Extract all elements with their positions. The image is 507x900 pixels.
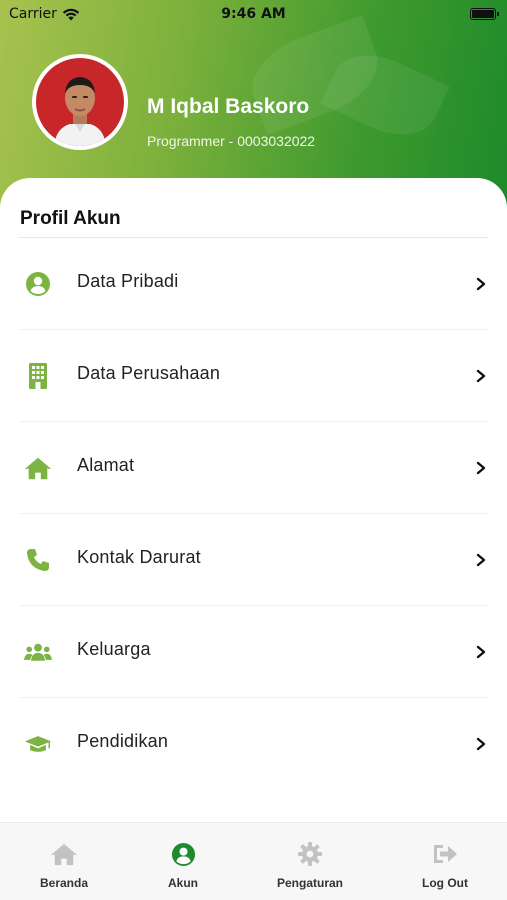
tab-pengaturan[interactable]: Pengaturan <box>250 823 370 900</box>
tab-label: Akun <box>168 876 198 890</box>
status-time: 9:46 AM <box>221 6 286 22</box>
gear-icon <box>296 841 324 867</box>
chevron-right-icon <box>476 645 486 659</box>
menu-item-data-perusahaan[interactable]: Data Perusahaan <box>0 330 507 422</box>
tab-log-out[interactable]: Log Out <box>385 823 505 900</box>
menu-item-kontak-darurat[interactable]: Kontak Darurat <box>0 514 507 606</box>
battery-icon <box>470 8 499 20</box>
tab-label: Pengaturan <box>276 876 343 890</box>
menu-item-label: Alamat <box>77 455 135 475</box>
menu-item-label: Pendidikan <box>77 731 169 751</box>
menu-item-data-pribadi[interactable]: Data Pribadi <box>0 238 507 330</box>
tab-label: Beranda <box>39 876 89 890</box>
tab-akun[interactable]: Akun <box>123 823 243 900</box>
avatar-photo <box>36 58 124 146</box>
chevron-right-icon <box>476 553 486 567</box>
user-circle-icon <box>24 270 52 298</box>
menu-item-label: Keluarga <box>77 639 151 659</box>
graduation-cap-icon <box>24 730 52 758</box>
chevron-right-icon <box>476 737 486 751</box>
menu-item-keluarga[interactable]: Keluarga <box>0 606 507 698</box>
user-circle-icon <box>169 841 197 867</box>
section-title: Profil Akun <box>20 208 121 229</box>
home-icon <box>50 841 78 867</box>
profile-subtitle: Programmer - 0003032022 <box>147 133 316 149</box>
chevron-right-icon <box>476 461 486 475</box>
bottom-tab-bar: Beranda Akun Pengaturan Log Out <box>0 822 507 900</box>
menu-item-alamat[interactable]: Alamat <box>0 422 507 514</box>
status-bar: Carrier 9:46 AM <box>0 0 507 30</box>
profile-name: M Iqbal Baskoro <box>147 95 310 118</box>
users-icon <box>24 638 52 666</box>
tab-beranda[interactable]: Beranda <box>4 823 124 900</box>
account-sheet: Profil Akun Data Pribadi Data Perusahaan… <box>0 178 507 900</box>
menu-item-label: Data Pribadi <box>77 271 179 291</box>
avatar[interactable] <box>32 54 128 150</box>
menu-item-pendidikan[interactable]: Pendidikan <box>0 698 507 790</box>
building-icon <box>24 362 52 390</box>
chevron-right-icon <box>476 369 486 383</box>
account-menu: Data Pribadi Data Perusahaan Alamat Kont… <box>0 238 507 790</box>
menu-item-label: Kontak Darurat <box>77 547 201 567</box>
home-icon <box>24 454 52 482</box>
tab-label: Log Out <box>422 876 468 890</box>
logout-icon <box>431 841 459 867</box>
phone-icon <box>24 546 52 574</box>
menu-item-label: Data Perusahaan <box>77 363 221 383</box>
chevron-right-icon <box>476 277 486 291</box>
